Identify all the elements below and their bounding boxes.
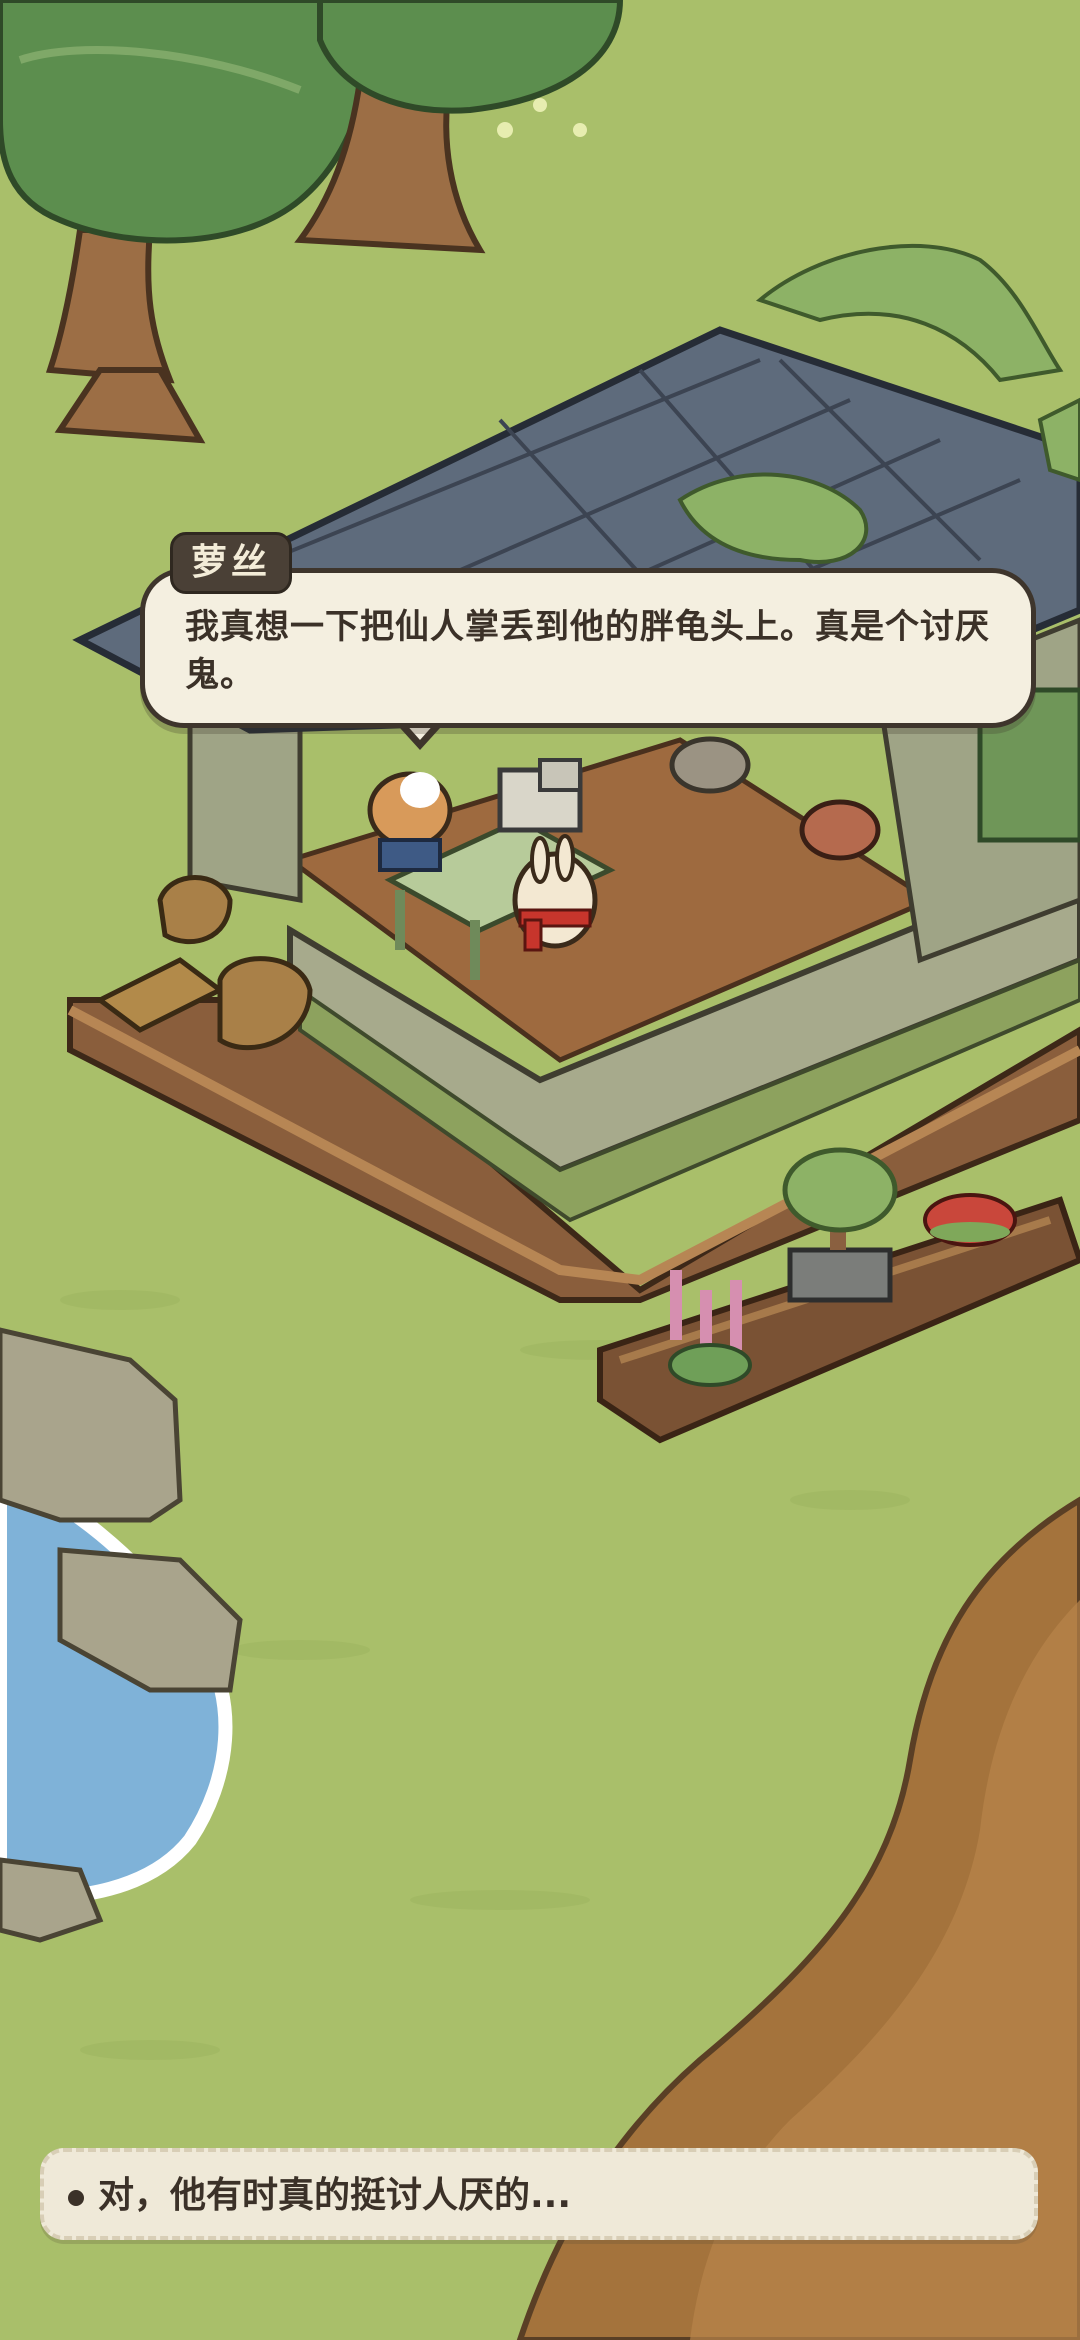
cash-register[interactable] [497, 758, 583, 833]
red-plant [923, 1193, 1017, 1247]
dialogue-choice-button[interactable]: 对，他有时真的挺讨人厌的... [40, 2148, 1038, 2240]
dialogue-text: 我真想一下把仙人掌丢到他的胖龟头上。真是个讨厌鬼。 [185, 607, 990, 695]
shopkeeper-hamster[interactable] [367, 771, 453, 872]
dialogue-choice-label: 对，他有时真的挺讨人厌的... [98, 2175, 572, 2216]
speaker-name-tag: 萝丝 [170, 532, 293, 594]
bullet-icon [68, 2190, 84, 2206]
game-scene[interactable] [0, 0, 1080, 2340]
